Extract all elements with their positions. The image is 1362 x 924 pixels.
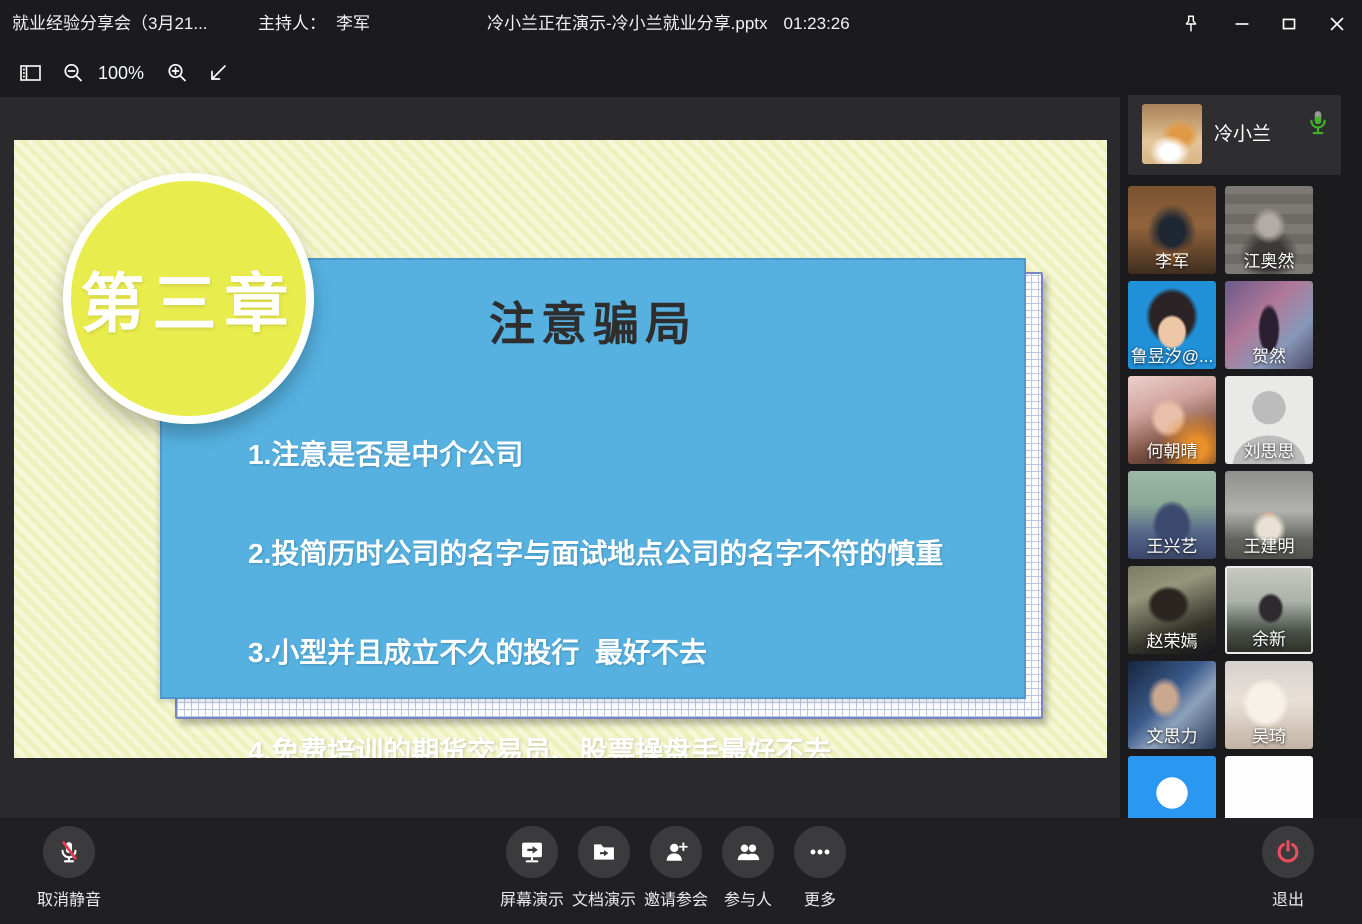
unmute-label: 取消静音 (24, 886, 114, 910)
zoom-level[interactable]: 100% (98, 60, 158, 86)
participant-name: 贺然 (1225, 342, 1313, 367)
host-prefix: 主持人： (258, 14, 326, 33)
active-speaker-name: 冷小兰 (1214, 95, 1271, 175)
host-label: 主持人： 李军 (258, 0, 370, 48)
participant-tile[interactable]: 余新 (1225, 566, 1313, 654)
presenting-file: 冷小兰正在演示-冷小兰就业分享.pptx (487, 14, 768, 33)
participant-name: 王兴艺 (1128, 532, 1216, 557)
participant-name: 鲁昱汐@... (1128, 342, 1216, 367)
meeting-title: 就业经验分享会（3月21... (12, 0, 208, 48)
more-button[interactable]: 更多 (775, 818, 865, 910)
host-name: 李军 (336, 14, 370, 33)
slide-bullet: 4.免费培训的期货交易员、股票操盘手最好不去 (248, 735, 943, 758)
elapsed-timer: 01:23:26 (784, 14, 850, 33)
participant-name: 李军 (1128, 247, 1216, 272)
chapter-badge: 第三章 (63, 173, 314, 424)
more-label: 更多 (775, 886, 865, 910)
screen-share-icon (506, 826, 558, 878)
slide-canvas: 注意骗局 1.注意是否是中介公司 2.投简历时公司的名字与面试地点公司的名字不符… (14, 140, 1107, 758)
participant-tile[interactable]: 赵荣嫣 (1128, 566, 1216, 654)
participant-tile[interactable]: 吴琦 (1225, 661, 1313, 749)
pin-icon[interactable] (1176, 10, 1206, 38)
participant-name: 刘思思 (1225, 437, 1313, 462)
slide-bullet-list: 1.注意是否是中介公司 2.投简历时公司的名字与面试地点公司的名字不符的慎重 3… (248, 372, 943, 758)
maximize-icon[interactable] (1274, 10, 1304, 38)
participants-sidebar: 冷小兰 李军 江奥然 鲁昱汐@... 贺然 何朝晴 刘思思 王兴艺 王建明 赵荣… (1120, 48, 1362, 818)
participant-name: 赵荣嫣 (1128, 627, 1216, 652)
participant-tile[interactable]: 江奥然 (1225, 186, 1313, 274)
participant-tile[interactable]: 何朝晴 (1128, 376, 1216, 464)
exit-label: 退出 (1243, 886, 1333, 910)
participants-icon (722, 826, 774, 878)
participant-tile[interactable] (1128, 756, 1216, 818)
avatar (1142, 104, 1202, 164)
participant-name: 文思力 (1128, 722, 1216, 747)
participant-name: 何朝晴 (1128, 437, 1216, 462)
thumbnail-panel-icon[interactable] (17, 60, 43, 86)
participant-tile[interactable]: 王建明 (1225, 471, 1313, 559)
participant-name: 江奥然 (1225, 247, 1313, 272)
participant-name: 王建明 (1225, 532, 1313, 557)
doc-share-icon (578, 826, 630, 878)
slide-bullet: 2.投简历时公司的名字与面试地点公司的名字不符的慎重 (248, 537, 943, 570)
unmute-button[interactable]: 取消静音 (24, 818, 114, 910)
more-icon (794, 826, 846, 878)
zoom-in-icon[interactable] (164, 60, 190, 86)
participant-tile[interactable]: 鲁昱汐@... (1128, 281, 1216, 369)
bottom-action-bar: 取消静音 屏幕演示 文档演示 (0, 818, 1362, 924)
chapter-badge-text: 第三章 (81, 253, 297, 345)
participant-tile[interactable]: 贺然 (1225, 281, 1313, 369)
participant-name: 余新 (1227, 625, 1311, 650)
participant-tile[interactable] (1225, 756, 1313, 818)
slide-bullet: 1.注意是否是中介公司 (248, 438, 943, 471)
presentation-viewport: 注意骗局 1.注意是否是中介公司 2.投简历时公司的名字与面试地点公司的名字不符… (0, 97, 1120, 818)
mic-active-icon (1305, 109, 1331, 139)
participant-tile[interactable]: 李军 (1128, 186, 1216, 274)
close-icon[interactable] (1322, 10, 1352, 38)
document-toolbar: 100% (0, 48, 1120, 97)
invite-icon (650, 826, 702, 878)
participant-tile[interactable]: 王兴艺 (1128, 471, 1216, 559)
participants-grid: 李军 江奥然 鲁昱汐@... 贺然 何朝晴 刘思思 王兴艺 王建明 赵荣嫣 余新… (1128, 186, 1318, 818)
exit-button[interactable]: 退出 (1243, 818, 1333, 910)
participant-tile[interactable]: 文思力 (1128, 661, 1216, 749)
mic-muted-icon (43, 826, 95, 878)
active-speaker-card[interactable]: 冷小兰 (1128, 95, 1341, 175)
zoom-out-icon[interactable] (60, 60, 86, 86)
participant-tile[interactable]: 刘思思 (1225, 376, 1313, 464)
window-title-bar: 就业经验分享会（3月21... 主持人： 李军 冷小兰正在演示-冷小兰就业分享.p… (0, 0, 1362, 48)
presenting-title: 冷小兰正在演示-冷小兰就业分享.pptx 01:23:26 (487, 0, 850, 48)
exit-icon (1262, 826, 1314, 878)
slide-bullet: 3.小型并且成立不久的投行 最好不去 (248, 636, 943, 669)
participant-name: 吴琦 (1225, 722, 1313, 747)
minimize-icon[interactable] (1227, 10, 1257, 38)
fit-screen-icon[interactable] (205, 60, 231, 86)
